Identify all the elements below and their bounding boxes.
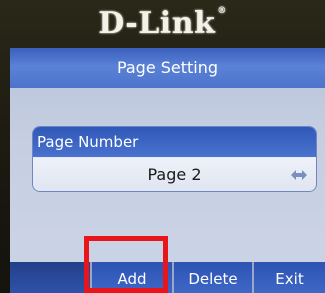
page-number-field[interactable]: Page Number Page 2 <box>32 126 317 192</box>
brand-logo: D-Link ® <box>98 6 227 41</box>
softkey-bar: Add Delete Exit <box>10 262 325 293</box>
page-title: Page Setting <box>10 48 325 88</box>
softkey-blank[interactable] <box>10 262 90 293</box>
phone-screen: Page Setting Page Number Page 2 Add Dele… <box>10 48 325 293</box>
delete-button[interactable]: Delete <box>174 262 252 293</box>
left-right-arrows-icon[interactable] <box>290 167 308 183</box>
exit-button[interactable]: Exit <box>254 262 325 293</box>
field-value[interactable]: Page 2 <box>33 158 316 191</box>
device-bezel: D-Link ® Page Setting Page Number Page 2 … <box>0 0 325 293</box>
field-label: Page Number <box>33 127 316 157</box>
registered-mark: ® <box>217 6 227 16</box>
add-button[interactable]: Add <box>92 262 172 293</box>
